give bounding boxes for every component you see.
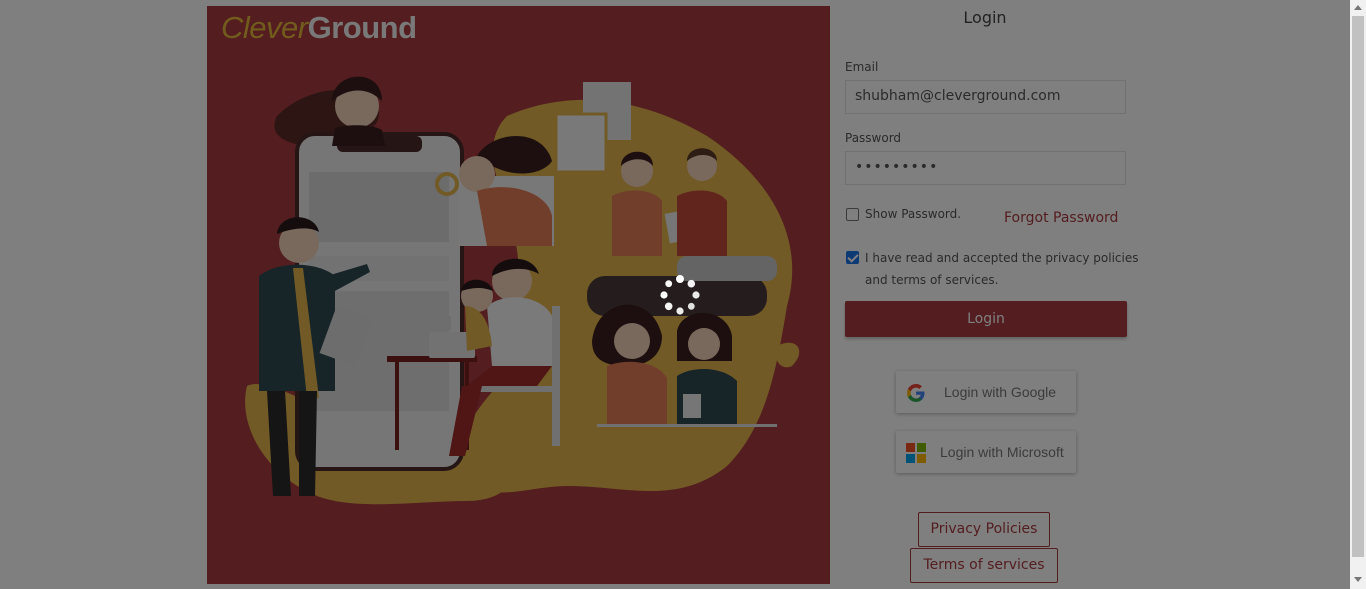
scrollbar-thumb[interactable] [1352, 16, 1364, 557]
scroll-up-icon[interactable] [1354, 5, 1362, 10]
scroll-down-icon[interactable] [1354, 577, 1362, 582]
loading-spinner-icon [660, 275, 700, 315]
loading-overlay [0, 0, 1350, 589]
page-scrollbar[interactable] [1350, 0, 1366, 589]
